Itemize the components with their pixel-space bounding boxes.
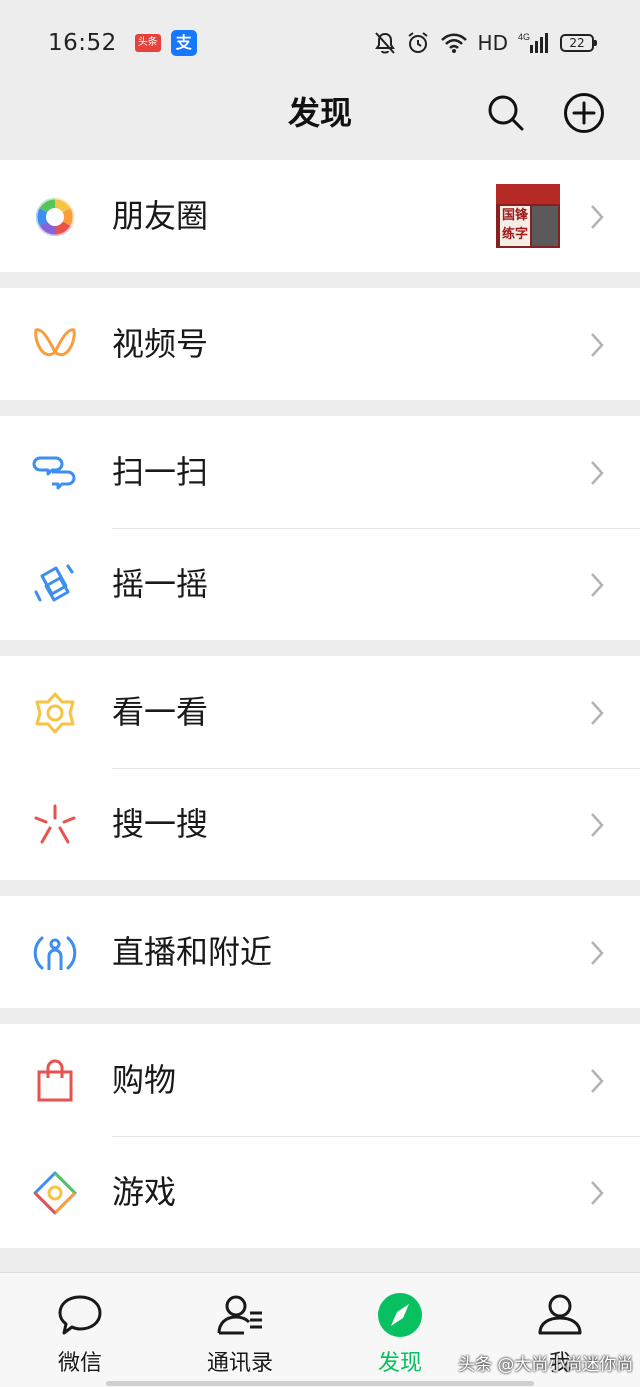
tab-chats[interactable]: 微信 bbox=[20, 1273, 140, 1387]
add-button[interactable] bbox=[562, 91, 606, 135]
group-channels: 视频号 bbox=[0, 288, 640, 400]
group-scan-shake: 扫一扫 摇一摇 bbox=[0, 416, 640, 640]
row-label-games: 游戏 bbox=[112, 1173, 177, 1211]
tab-contacts[interactable]: 通讯录 bbox=[180, 1273, 300, 1387]
chevron-right-icon bbox=[591, 813, 604, 837]
discover-compass-icon bbox=[378, 1293, 422, 1337]
status-indicators: HD 4G 22 bbox=[374, 31, 597, 55]
battery-icon: 22 bbox=[560, 34, 597, 52]
chevron-right-icon bbox=[591, 461, 604, 485]
chevron-right-icon bbox=[591, 701, 604, 725]
mute-bell-icon bbox=[374, 32, 395, 54]
tab-label-contacts: 通讯录 bbox=[206, 1351, 273, 1376]
page-title: 发现 bbox=[287, 94, 352, 132]
discover-list: 朋友圈 国锋 练字 视频号 扫一扫 摇一摇 看一看 搜一搜 直播和附近 购物 游… bbox=[0, 160, 640, 1264]
chevron-right-icon bbox=[591, 333, 604, 357]
alipay-notification-icon: 支 bbox=[170, 30, 197, 56]
nav-header: 发现 bbox=[0, 86, 640, 160]
search-button[interactable] bbox=[484, 91, 528, 135]
live-nearby-icon bbox=[33, 936, 77, 970]
wifi-icon bbox=[440, 33, 467, 53]
row-label-scan: 扫一扫 bbox=[112, 453, 209, 491]
alarm-icon bbox=[407, 32, 428, 53]
thumbnail-photo bbox=[532, 206, 558, 246]
chevron-right-icon bbox=[591, 941, 604, 965]
group-stories-search: 看一看 搜一搜 bbox=[0, 656, 640, 880]
shake-icon bbox=[34, 564, 74, 602]
thumbnail-text-1: 国锋 bbox=[501, 208, 528, 223]
row-label-moments: 朋友圈 bbox=[112, 197, 209, 235]
row-top-stories[interactable]: 看一看 bbox=[0, 656, 640, 768]
tab-discover[interactable]: 发现 bbox=[340, 1273, 460, 1387]
search-icon bbox=[488, 95, 524, 131]
row-label-search: 搜一搜 bbox=[112, 805, 209, 843]
chat-bubble-icon bbox=[58, 1295, 102, 1335]
row-label-shopping: 购物 bbox=[112, 1061, 177, 1099]
shopping-bag-icon bbox=[37, 1059, 73, 1102]
svg-text:4G: 4G bbox=[518, 32, 530, 42]
channels-icon bbox=[34, 328, 76, 356]
row-label-shake: 摇一摇 bbox=[112, 565, 209, 603]
hd-indicator: HD bbox=[477, 31, 508, 55]
moments-thumbnail: 国锋 练字 bbox=[496, 184, 560, 248]
thumbnail-text-2: 练字 bbox=[501, 227, 528, 242]
row-channels[interactable]: 视频号 bbox=[0, 288, 640, 400]
chevron-right-icon bbox=[591, 1181, 604, 1205]
search-spark-icon bbox=[34, 804, 76, 844]
toutiao-notification-icon: 头条 bbox=[134, 34, 161, 52]
row-shopping[interactable]: 购物 bbox=[0, 1024, 640, 1136]
row-label-live-nearby: 直播和附近 bbox=[112, 933, 273, 971]
contacts-icon bbox=[217, 1295, 262, 1335]
status-bar: 16:52 头条 支 HD 4G 22 bbox=[0, 0, 640, 86]
row-label-top-stories: 看一看 bbox=[112, 693, 209, 731]
watermark: 头条 @大尚小尚迷你尚 bbox=[458, 1355, 634, 1375]
row-search[interactable]: 搜一搜 bbox=[0, 768, 640, 880]
moments-aperture-icon bbox=[34, 196, 76, 238]
row-label-channels: 视频号 bbox=[112, 325, 209, 363]
chevron-right-icon bbox=[591, 573, 604, 597]
chevron-right-icon bbox=[591, 205, 604, 229]
add-circle-icon bbox=[564, 93, 604, 133]
thumbnail-sign: 国锋 练字 bbox=[500, 206, 530, 246]
top-stories-icon bbox=[35, 692, 75, 734]
group-shopping-games: 购物 游戏 bbox=[0, 1024, 640, 1248]
signal-icon: 4G bbox=[518, 32, 548, 53]
thumbnail-banner bbox=[496, 184, 560, 204]
row-shake[interactable]: 摇一摇 bbox=[0, 528, 640, 640]
chevron-right-icon bbox=[591, 1069, 604, 1093]
row-moments[interactable]: 朋友圈 国锋 练字 bbox=[0, 160, 640, 272]
row-live-nearby[interactable]: 直播和附近 bbox=[0, 896, 640, 1008]
games-icon bbox=[33, 1171, 77, 1215]
row-games[interactable]: 游戏 bbox=[0, 1136, 640, 1248]
group-moments: 朋友圈 国锋 练字 bbox=[0, 160, 640, 272]
me-person-icon bbox=[538, 1294, 582, 1335]
scan-icon bbox=[32, 456, 76, 490]
row-scan[interactable]: 扫一扫 bbox=[0, 416, 640, 528]
tab-label-chats: 微信 bbox=[57, 1351, 102, 1376]
group-live-nearby: 直播和附近 bbox=[0, 896, 640, 1008]
status-time: 16:52 bbox=[48, 30, 117, 56]
home-indicator bbox=[106, 1381, 534, 1386]
tab-label-discover: 发现 bbox=[377, 1351, 422, 1376]
